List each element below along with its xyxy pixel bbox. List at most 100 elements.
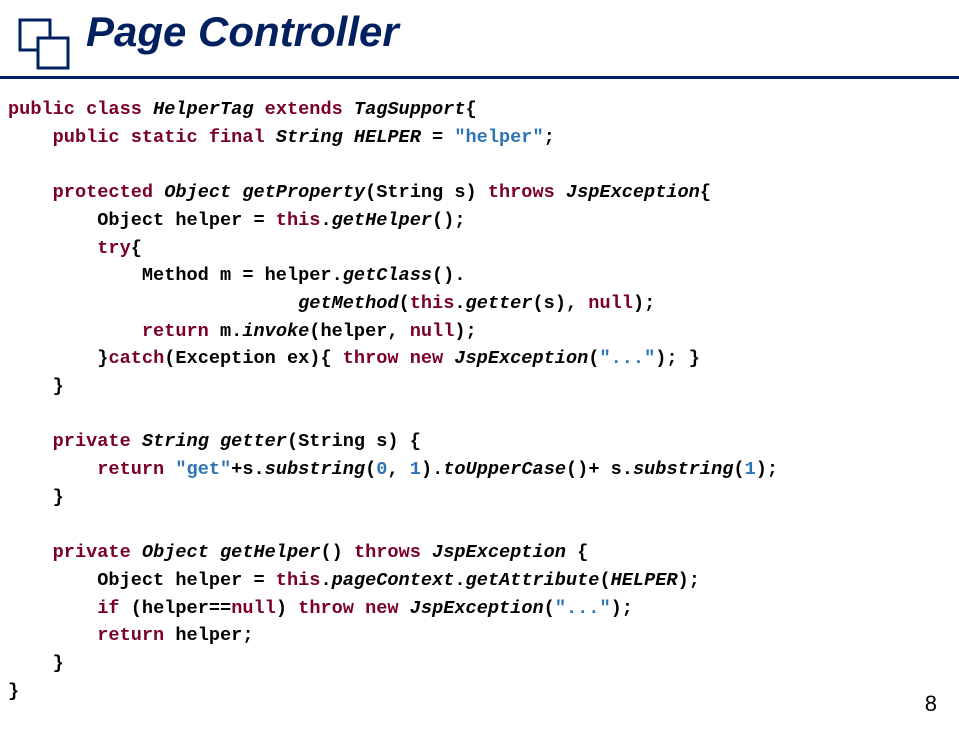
kw: null [588, 293, 633, 314]
type: Object [142, 542, 220, 563]
kw: extends [265, 99, 354, 120]
kw: null [410, 321, 455, 342]
t: ( [733, 459, 744, 480]
t [8, 293, 298, 314]
type: JspException [410, 598, 544, 619]
t: ( [365, 459, 376, 480]
kw: public static final [8, 127, 276, 148]
kw: this [410, 293, 455, 314]
t: (helper== [131, 598, 231, 619]
method: getMethod [298, 293, 398, 314]
lit: "get" [175, 459, 231, 480]
kw: return [8, 321, 220, 342]
kw: throws [488, 182, 566, 203]
method: getter [220, 431, 287, 452]
t: (String s) [365, 182, 488, 203]
kw: return [8, 625, 175, 646]
t: Method m = helper. [8, 265, 343, 286]
t: ( [588, 348, 599, 369]
type: Object [164, 182, 242, 203]
t: { [700, 182, 711, 203]
kw: public class [8, 99, 153, 120]
method: substring [265, 459, 365, 480]
kw: throw new [343, 348, 455, 369]
method: getAttribute [466, 570, 600, 591]
kw: catch [108, 348, 164, 369]
method: invoke [242, 321, 309, 342]
t: } [8, 376, 64, 397]
lit: 0 [376, 459, 387, 480]
type: String [142, 431, 220, 452]
type: TagSupport [354, 99, 466, 120]
t: ); [678, 570, 700, 591]
method: getter [466, 293, 533, 314]
type: JspException [454, 348, 588, 369]
lit: 1 [410, 459, 421, 480]
t: ( [399, 293, 410, 314]
lit: "..." [599, 348, 655, 369]
t: } [8, 653, 64, 674]
kw: throw new [298, 598, 410, 619]
t: (String s) { [287, 431, 421, 452]
t: ); [633, 293, 655, 314]
t: ( [544, 598, 555, 619]
lit: 1 [745, 459, 756, 480]
title-underline [0, 76, 959, 79]
type: HelperTag [153, 99, 265, 120]
const: HELPER [354, 127, 421, 148]
t: m. [220, 321, 242, 342]
slide-title: Page Controller [86, 8, 399, 56]
field: pageContext [332, 570, 455, 591]
t: . [454, 570, 465, 591]
t: } [8, 681, 19, 702]
kw: protected [8, 182, 164, 203]
kw: private [8, 431, 142, 452]
type: JspException [432, 542, 577, 563]
t: helper; [175, 625, 253, 646]
t: ( [599, 570, 610, 591]
lit: "..." [555, 598, 611, 619]
method: getClass [343, 265, 432, 286]
t: Object helper = [8, 210, 276, 231]
kw: null [231, 598, 276, 619]
page-number: 8 [925, 691, 937, 717]
type: JspException [566, 182, 700, 203]
t: () [320, 542, 353, 563]
const: HELPER [611, 570, 678, 591]
t: { [466, 99, 477, 120]
t: (s), [533, 293, 589, 314]
t: . [320, 570, 331, 591]
type: String [276, 127, 354, 148]
t: ); [756, 459, 778, 480]
t: +s. [231, 459, 264, 480]
kw: this [276, 570, 321, 591]
method: substring [633, 459, 733, 480]
t: ()+ s. [566, 459, 633, 480]
t: } [8, 348, 108, 369]
kw: throws [354, 542, 432, 563]
t: ); [454, 321, 476, 342]
t: ; [544, 127, 555, 148]
t: } [8, 487, 64, 508]
t: (helper, [309, 321, 409, 342]
method: getHelper [220, 542, 320, 563]
code-block: public class HelperTag extends TagSuppor… [8, 96, 778, 705]
kw: if [8, 598, 131, 619]
t: ) [276, 598, 298, 619]
method: toUpperCase [443, 459, 566, 480]
t: . [320, 210, 331, 231]
t: { [577, 542, 588, 563]
method: getHelper [332, 210, 432, 231]
t: (); [432, 210, 465, 231]
lit: "helper" [454, 127, 543, 148]
t: { [131, 238, 142, 259]
kw: try [8, 238, 131, 259]
method: getProperty [242, 182, 365, 203]
t: . [454, 293, 465, 314]
logo-icon [14, 14, 76, 76]
t: ). [421, 459, 443, 480]
kw: this [276, 210, 321, 231]
slide: Page Controller public class HelperTag e… [0, 0, 959, 731]
t: = [421, 127, 454, 148]
t: (Exception ex){ [164, 348, 343, 369]
